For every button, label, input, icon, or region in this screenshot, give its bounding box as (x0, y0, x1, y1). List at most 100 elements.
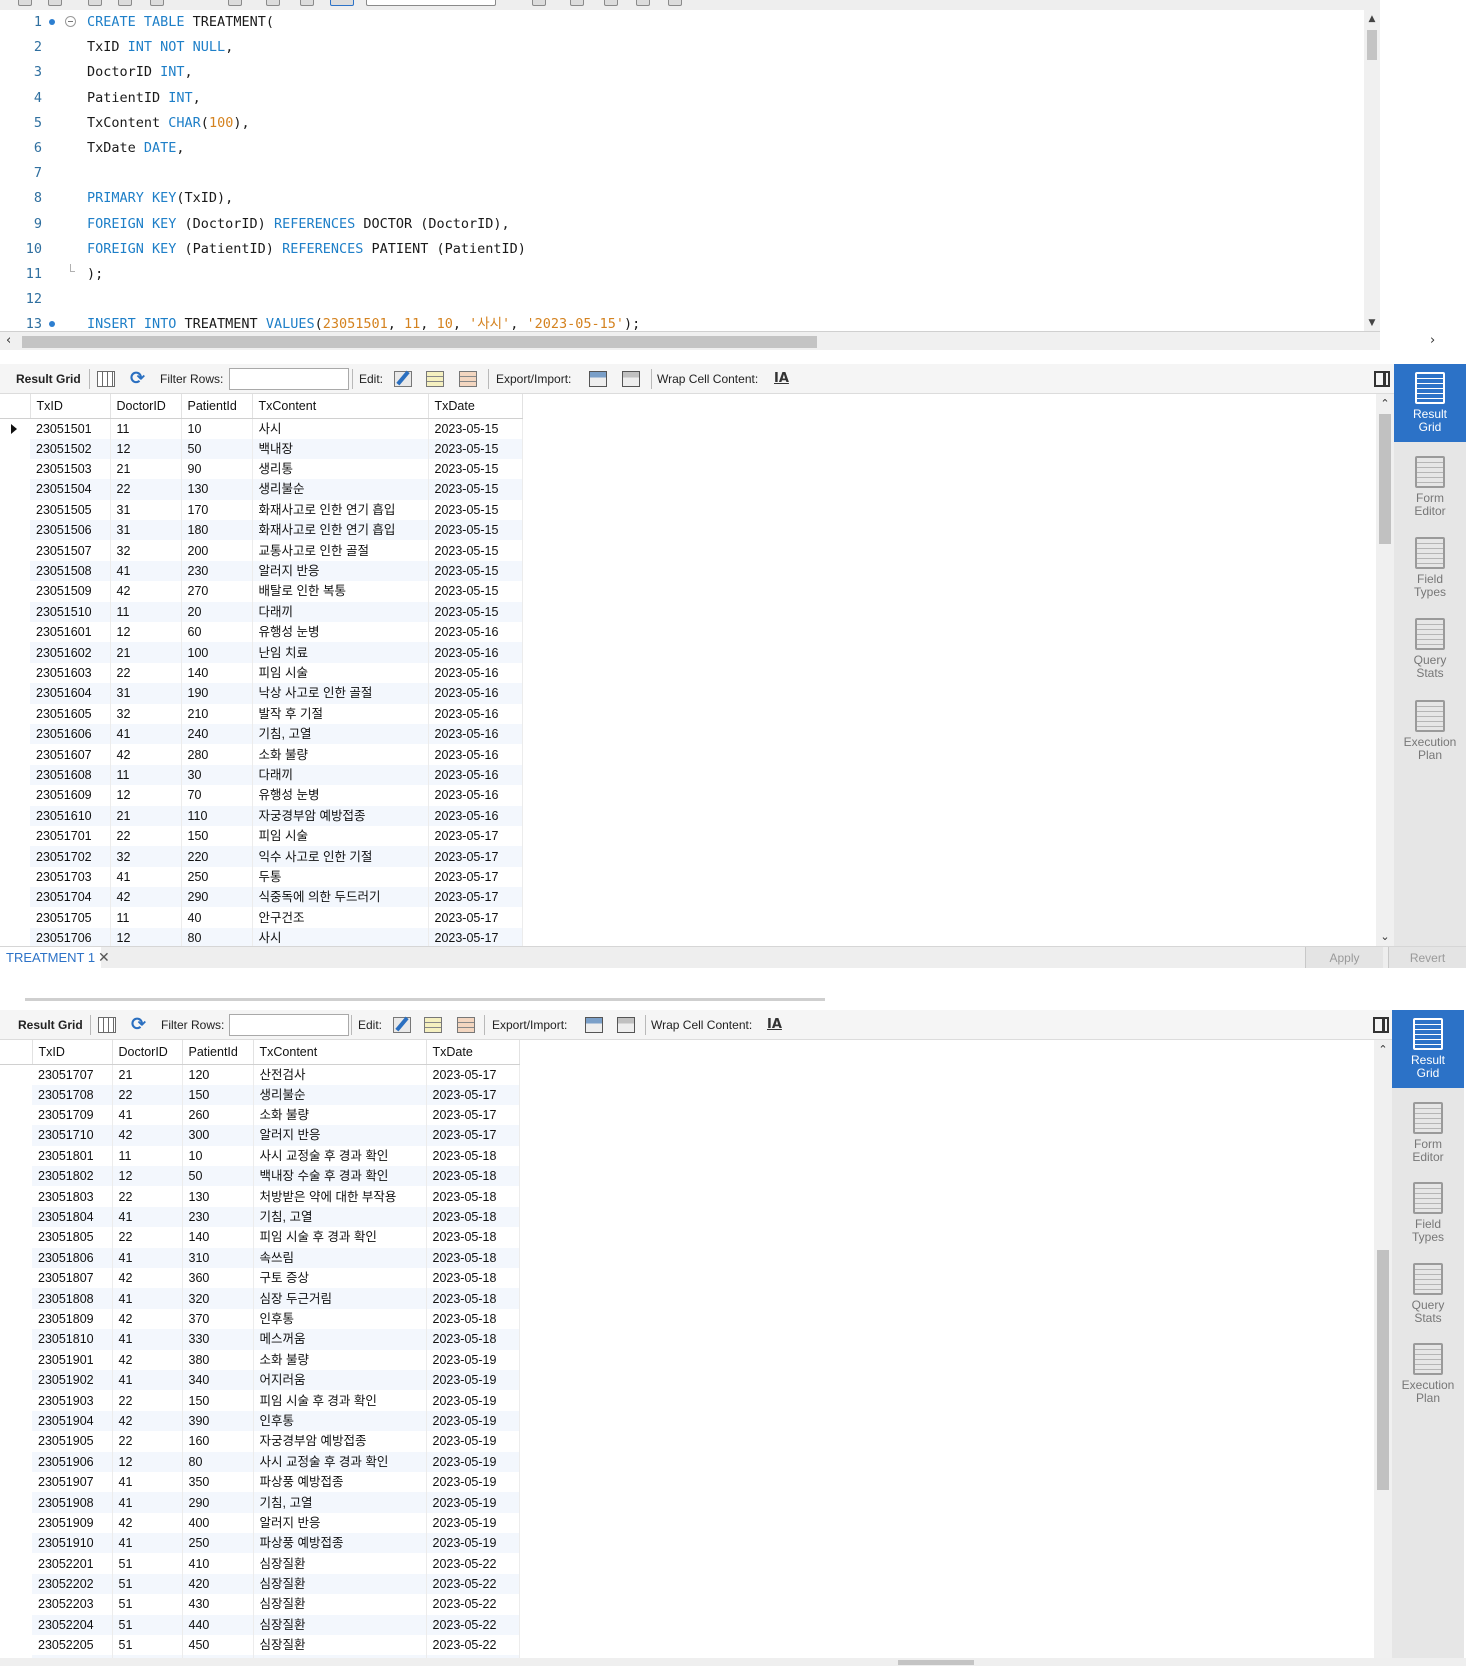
row-header[interactable] (0, 744, 30, 765)
table-cell[interactable]: 2023-05-16 (428, 805, 523, 826)
table-cell[interactable]: 51 (112, 1635, 183, 1656)
table-cell[interactable]: 2023-05-18 (426, 1247, 520, 1269)
table-cell[interactable]: 170 (181, 499, 253, 521)
result-grid[interactable]: TxID DoctorID PatientId TxContent TxDate… (0, 394, 1380, 946)
table-cell[interactable]: 23051709 (32, 1104, 113, 1126)
code-line[interactable]: 4 PatientID INT, (0, 86, 1360, 110)
code-line[interactable]: 3 DoctorID INT, (0, 60, 1360, 84)
editor-horizontal-scrollbar[interactable]: ‹ › (0, 332, 1435, 350)
table-row[interactable]: 23052203 51 430 심장질환 2023-05-22 (0, 1594, 520, 1615)
table-cell[interactable]: 12 (112, 1166, 183, 1187)
table-row[interactable]: 23051903 22 150 피임 시술 후 경과 확인 2023-05-19 (0, 1390, 520, 1411)
column-header[interactable]: TxContent (253, 1040, 427, 1065)
table-cell[interactable]: 23051605 (30, 703, 111, 724)
export-icon[interactable] (585, 1017, 603, 1033)
row-header[interactable] (0, 1166, 32, 1187)
table-cell[interactable]: 발작 후 기절 (252, 703, 429, 724)
table-cell[interactable]: 23051707 (32, 1064, 113, 1085)
table-cell[interactable]: 330 (182, 1329, 254, 1350)
table-cell[interactable]: 30 (181, 764, 253, 786)
table-row[interactable]: 23051902 41 340 어지러움 2023-05-19 (0, 1369, 520, 1391)
row-header[interactable] (0, 418, 30, 439)
table-cell[interactable]: 2023-05-15 (428, 438, 523, 459)
row-header[interactable] (0, 764, 30, 786)
sidebar-query-stats[interactable]: Query Stats (1394, 610, 1466, 688)
table-cell[interactable]: 2023-05-19 (426, 1369, 520, 1391)
table-cell[interactable]: 41 (112, 1247, 183, 1269)
sidebar-execution-plan[interactable]: Execution Plan (1394, 692, 1466, 770)
bottom-horizontal-scrollbar[interactable] (0, 1658, 1466, 1666)
table-row[interactable]: 23051608 11 30 다래끼 2023-05-16 (0, 764, 523, 786)
row-header[interactable] (0, 1594, 32, 1615)
table-cell[interactable]: 23051801 (32, 1145, 113, 1167)
table-cell[interactable]: 380 (182, 1349, 254, 1370)
sql-editor[interactable]: 1 CREATE TABLE TREATMENT(2 TxID INT NOT NU… (0, 10, 1380, 332)
table-row[interactable]: 23051802 12 50 백내장 수술 후 경과 확인 2023-05-18 (0, 1166, 520, 1187)
toolbar-icon[interactable] (330, 0, 354, 6)
table-cell[interactable]: 23051702 (30, 846, 111, 867)
table-cell[interactable]: 23051904 (32, 1410, 113, 1432)
table-cell[interactable]: 80 (182, 1451, 254, 1472)
scroll-right-arrow-icon[interactable]: › (1430, 333, 1435, 348)
insert-row-icon[interactable] (426, 371, 444, 387)
row-header[interactable] (0, 785, 30, 806)
table-cell[interactable]: 난임 치료 (252, 642, 429, 663)
table-cell[interactable]: 23051510 (30, 601, 111, 623)
limit-select[interactable] (366, 0, 496, 6)
table-cell[interactable]: 낙상 사고로 인한 골절 (252, 683, 429, 704)
table-cell[interactable]: 22 (112, 1227, 183, 1248)
row-header[interactable] (0, 1451, 32, 1472)
table-cell[interactable]: 2023-05-16 (428, 662, 523, 684)
table-cell[interactable]: 150 (182, 1390, 254, 1411)
table-cell[interactable]: 생리불순 (252, 479, 429, 500)
row-header[interactable] (0, 1247, 32, 1269)
table-cell[interactable]: 22 (112, 1390, 183, 1411)
table-row[interactable]: 23051909 42 400 알러지 반응 2023-05-19 (0, 1512, 520, 1534)
code-line[interactable]: 9 FOREIGN KEY (DoctorID) REFERENCES DOCTO… (0, 212, 1360, 236)
table-row[interactable]: 23051905 22 160 자궁경부암 예방접종 2023-05-19 (0, 1431, 520, 1452)
scroll-up-arrow-icon[interactable]: ⌃ (1374, 1043, 1392, 1056)
scroll-left-arrow-icon[interactable]: ‹ (6, 333, 11, 348)
table-row[interactable]: 23051808 41 320 심장 두근거림 2023-05-18 (0, 1288, 520, 1309)
table-cell[interactable]: 두통 (252, 866, 429, 888)
table-cell[interactable]: 메스꺼움 (253, 1329, 427, 1350)
table-cell[interactable]: 23052202 (32, 1573, 113, 1595)
table-cell[interactable]: 백내장 수술 후 경과 확인 (253, 1166, 427, 1187)
table-cell[interactable]: 51 (112, 1594, 183, 1615)
table-cell[interactable]: 23051902 (32, 1369, 113, 1391)
table-row[interactable]: 23051601 12 60 유행성 눈병 2023-05-16 (0, 622, 523, 643)
table-cell[interactable]: 소화 불량 (253, 1104, 427, 1126)
toolbar-icon[interactable] (636, 0, 650, 6)
table-cell[interactable]: 41 (112, 1533, 183, 1554)
table-cell[interactable]: 2023-05-15 (428, 418, 523, 439)
table-cell[interactable]: 23051706 (30, 927, 111, 946)
table-row[interactable]: 23051804 41 230 기침, 고열 2023-05-18 (0, 1206, 520, 1228)
table-cell[interactable]: 피임 시술 후 경과 확인 (253, 1390, 427, 1411)
sidebar-result-grid[interactable]: Result Grid (1394, 364, 1466, 442)
table-cell[interactable]: 생리통 (252, 458, 429, 480)
sql-code-area[interactable]: 1 CREATE TABLE TREATMENT(2 TxID INT NOT NU… (0, 10, 1364, 331)
table-cell[interactable]: 2023-05-19 (426, 1451, 520, 1472)
table-row[interactable]: 23051503 21 90 생리통 2023-05-15 (0, 458, 523, 480)
table-cell[interactable]: 심장질환 (253, 1635, 427, 1656)
toolbar-icon[interactable] (118, 0, 132, 6)
row-header[interactable] (0, 1206, 32, 1228)
row-header[interactable] (0, 662, 30, 684)
table-cell[interactable]: 41 (112, 1104, 183, 1126)
table-cell[interactable]: 2023-05-17 (426, 1084, 520, 1105)
table-cell[interactable]: 심장질환 (253, 1553, 427, 1574)
table-row[interactable]: 23051705 11 40 안구건조 2023-05-17 (0, 907, 523, 928)
sidebar-field-types[interactable]: Field Types (1394, 529, 1466, 607)
table-cell[interactable]: 20 (181, 601, 253, 623)
table-cell[interactable]: 21 (110, 805, 182, 826)
table-cell[interactable]: 23051803 (32, 1186, 113, 1207)
table-cell[interactable]: 340 (182, 1369, 254, 1391)
table-cell[interactable]: 300 (182, 1125, 254, 1146)
table-cell[interactable]: 2023-05-15 (428, 560, 523, 582)
code-line[interactable]: 8 PRIMARY KEY(TxID), (0, 186, 1360, 210)
table-cell[interactable]: 2023-05-19 (426, 1349, 520, 1370)
grid-vertical-scrollbar[interactable]: ⌃ (1374, 1040, 1392, 1658)
table-cell[interactable]: 다래끼 (252, 764, 429, 786)
grid-layout-icon[interactable] (97, 371, 115, 387)
table-cell[interactable]: 2023-05-15 (428, 540, 523, 561)
